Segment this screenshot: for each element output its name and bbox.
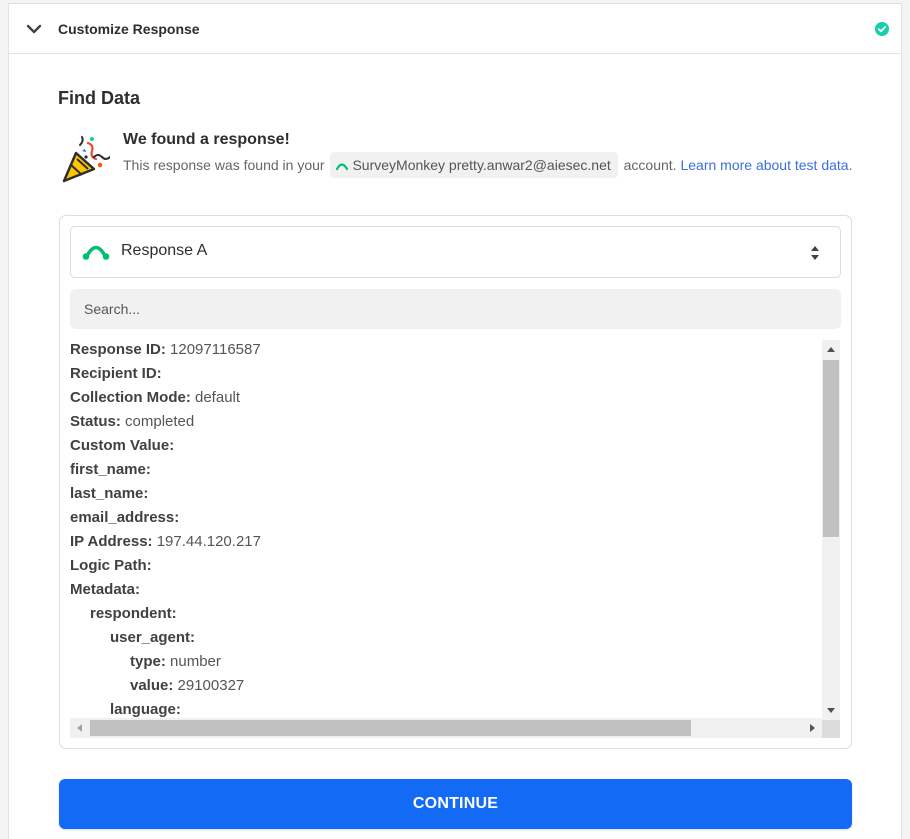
- field-key: Status:: [70, 413, 121, 430]
- search-input[interactable]: [70, 289, 841, 329]
- find-data-title: Find Data: [58, 88, 141, 108]
- account-pill: SurveyMonkey pretty.anwar2@aiesec.net: [330, 152, 618, 178]
- field-row: Recipient ID:: [70, 362, 822, 386]
- field-value: 197.44.120.217: [156, 533, 261, 550]
- chevron-down-icon: [26, 24, 42, 34]
- field-row: email_address:: [70, 506, 822, 530]
- section-header-title: Customize Response: [58, 21, 200, 37]
- field-value: 29100327: [177, 677, 245, 694]
- response-fields-list: Response ID: 12097116587 Recipient ID: Col…: [70, 338, 822, 720]
- field-row: first_name:: [70, 458, 822, 482]
- response-selector-label: Response A: [121, 242, 208, 259]
- horizontal-scrollbar[interactable]: [70, 718, 822, 738]
- field-key: email_address:: [70, 509, 180, 526]
- account-pill-label: SurveyMonkey pretty.anwar2@aiesec.net: [352, 157, 611, 173]
- field-key: Custom Value:: [70, 437, 175, 454]
- field-row: type: number: [70, 650, 822, 674]
- surveymonkey-logo-icon: [82, 245, 110, 260]
- customize-response-header[interactable]: Customize Response: [9, 4, 901, 54]
- field-key: IP Address:: [70, 533, 153, 550]
- field-value: number: [170, 653, 221, 670]
- select-arrows-icon: [811, 246, 819, 260]
- field-row: respondent:: [70, 602, 822, 626]
- field-value: default: [195, 389, 241, 406]
- continue-button[interactable]: CONTINUE: [59, 779, 852, 829]
- field-key: Recipient ID:: [70, 365, 162, 382]
- field-row: Collection Mode: default: [70, 386, 822, 410]
- customize-response-panel: Customize Response Find Data We found a …: [8, 3, 902, 839]
- field-value: completed: [125, 413, 195, 430]
- field-key: user_agent:: [110, 629, 196, 646]
- field-key: type:: [130, 653, 166, 670]
- found-text-before: This response was found in your: [123, 157, 325, 173]
- scroll-down-arrow-icon[interactable]: [826, 707, 836, 715]
- field-value: 12097116587: [170, 341, 261, 358]
- party-popper-icon: [62, 136, 110, 183]
- scroll-right-arrow-icon[interactable]: [809, 723, 817, 733]
- horizontal-scroll-thumb[interactable]: [90, 720, 691, 736]
- field-row: Response ID: 12097116587: [70, 338, 822, 362]
- response-data-box: Response A Response ID: 12097116587 Recip…: [59, 215, 852, 749]
- vertical-scrollbar[interactable]: [822, 340, 840, 720]
- response-found-description: This response was found in your SurveyMo…: [123, 152, 863, 178]
- field-row: Custom Value:: [70, 434, 822, 458]
- scrollbar-corner: [822, 720, 840, 738]
- field-key: respondent:: [90, 605, 177, 622]
- field-row: Metadata:: [70, 578, 822, 602]
- response-selector[interactable]: Response A: [70, 226, 841, 278]
- learn-more-link[interactable]: Learn more about test data.: [680, 157, 852, 173]
- field-row: value: 29100327: [70, 674, 822, 698]
- field-key: Logic Path:: [70, 557, 152, 574]
- field-key: value:: [130, 677, 174, 694]
- response-found-heading: We found a response!: [123, 131, 290, 148]
- field-key: language:: [110, 701, 181, 718]
- field-key: Metadata:: [70, 581, 141, 598]
- surveymonkey-icon: [336, 163, 349, 171]
- field-row: Status: completed: [70, 410, 822, 434]
- scroll-up-arrow-icon[interactable]: [826, 345, 836, 353]
- scroll-left-arrow-icon[interactable]: [75, 723, 83, 733]
- field-row: Logic Path:: [70, 554, 822, 578]
- field-row: user_agent:: [70, 626, 822, 650]
- vertical-scroll-thumb[interactable]: [823, 360, 839, 537]
- check-circle-icon: [875, 22, 889, 36]
- field-key: first_name:: [70, 461, 151, 478]
- field-key: Response ID:: [70, 341, 166, 358]
- field-row: IP Address: 197.44.120.217: [70, 530, 822, 554]
- field-key: last_name:: [70, 485, 149, 502]
- field-row: last_name:: [70, 482, 822, 506]
- found-text-after: account.: [623, 157, 677, 173]
- field-key: Collection Mode:: [70, 389, 191, 406]
- field-row: language:: [70, 698, 822, 720]
